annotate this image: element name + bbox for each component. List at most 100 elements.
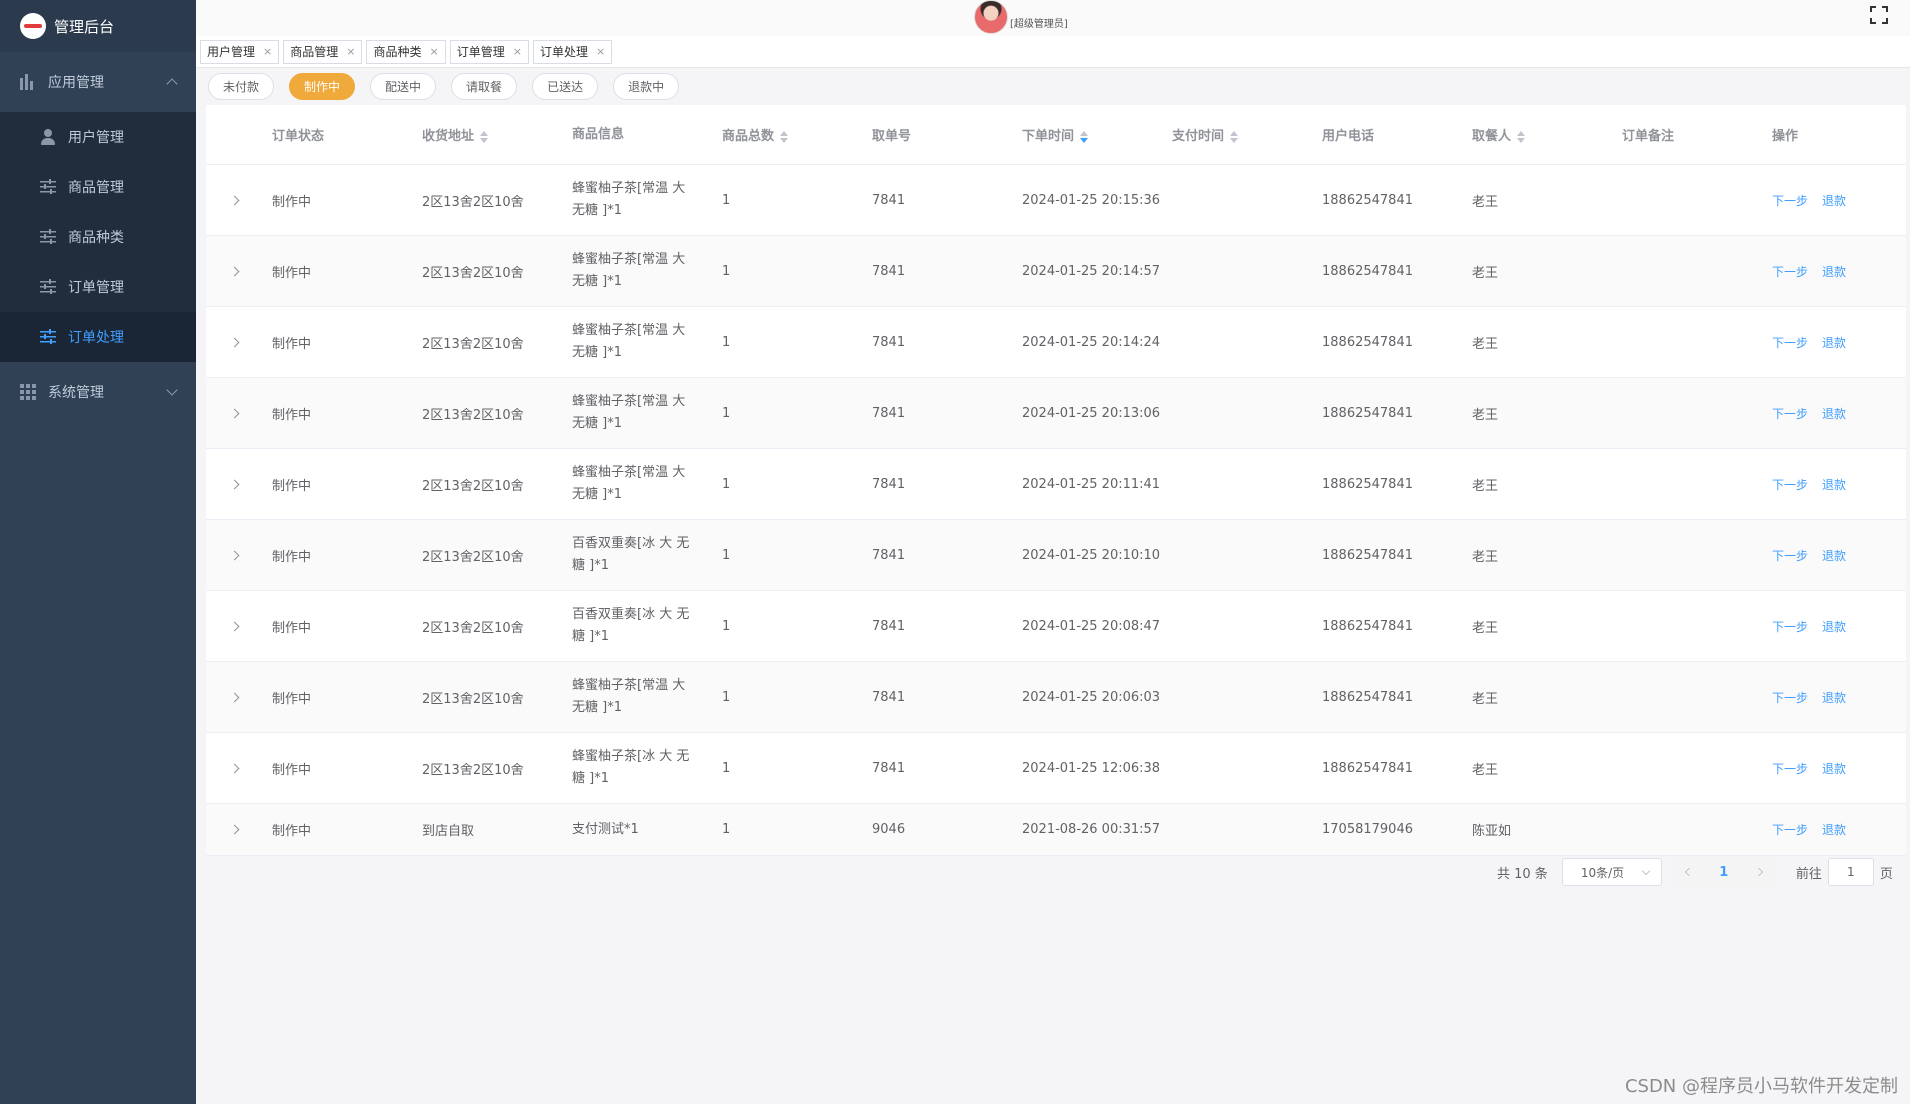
sort-icon[interactable]	[480, 130, 489, 143]
cell-phone: 18862547841	[1322, 405, 1413, 421]
cell-ordered: 2024-01-25 20:11:41	[1022, 476, 1161, 492]
tab-order-processing[interactable]: 订单处理 ×	[532, 39, 613, 64]
table-row: 制作中 2区13舍2区10舍 百香双重奏[冰 大 无糖 ]*1 1 7841 2024-0…	[206, 591, 1906, 662]
user-profile[interactable]: [超级管理员]	[974, 0, 1068, 34]
column-header-total[interactable]: 商品总数	[712, 125, 862, 144]
cell-total: 1	[722, 476, 731, 492]
next-step-button[interactable]: 下一步	[1772, 265, 1808, 279]
tags-view-bar: 用户管理 × 商品管理 × 商品种类 × 订单管理 × 订单处理 ×	[196, 36, 1910, 68]
refund-button[interactable]: 退款	[1822, 620, 1846, 634]
app-logo[interactable]: 管理后台	[0, 0, 196, 52]
chevron-down-icon	[166, 384, 178, 396]
sidebar-item-order-processing[interactable]: 订单处理	[0, 312, 196, 362]
cell-pickup: 7841	[872, 405, 906, 421]
filter-delivered[interactable]: 已送达	[532, 73, 599, 100]
page-size-select[interactable]: 10条/页	[1561, 858, 1662, 886]
close-icon[interactable]: ×	[346, 45, 355, 58]
column-header-address[interactable]: 收货地址	[412, 125, 562, 144]
close-icon[interactable]: ×	[513, 45, 522, 58]
filter-refunding[interactable]: 退款中	[613, 73, 680, 100]
cell-total: 1	[722, 618, 731, 634]
tab-goods-category[interactable]: 商品种类 ×	[366, 39, 446, 64]
sidebar-item-goods-management[interactable]: 商品管理	[0, 162, 196, 212]
close-icon[interactable]: ×	[429, 45, 438, 58]
cell-actions: 下一步 退款	[1762, 263, 1906, 280]
sort-icon[interactable]	[780, 130, 789, 143]
close-icon[interactable]: ×	[263, 45, 272, 58]
column-header-order-time[interactable]: 下单时间	[1012, 125, 1162, 144]
next-step-button[interactable]: 下一步	[1772, 823, 1808, 837]
tab-goods-management[interactable]: 商品管理 ×	[283, 39, 363, 64]
page-number-1[interactable]: 1	[1703, 858, 1744, 886]
filter-in-progress[interactable]: 制作中	[289, 73, 356, 100]
row-expand-toggle[interactable]	[206, 692, 262, 702]
column-header-receiver[interactable]: 取餐人	[1462, 125, 1612, 144]
menu-group-app-management[interactable]: 应用管理	[0, 52, 196, 112]
refund-button[interactable]: 退款	[1822, 478, 1846, 492]
chevron-down-icon	[1641, 866, 1651, 876]
refund-button[interactable]: 退款	[1822, 549, 1846, 563]
next-step-button[interactable]: 下一步	[1772, 620, 1808, 634]
next-step-button[interactable]: 下一步	[1772, 762, 1808, 776]
next-step-button[interactable]: 下一步	[1772, 478, 1808, 492]
sort-icon[interactable]	[1517, 130, 1526, 143]
sidebar-item-label: 商品种类	[68, 230, 124, 246]
cell-phone: 18862547841	[1322, 263, 1413, 279]
refund-button[interactable]: 退款	[1822, 823, 1846, 837]
tab-order-management[interactable]: 订单管理 ×	[449, 39, 529, 64]
menu-group-system-management[interactable]: 系统管理	[0, 362, 196, 422]
row-expand-toggle[interactable]	[206, 266, 262, 276]
filter-delivering[interactable]: 配送中	[370, 73, 437, 100]
refund-button[interactable]: 退款	[1822, 336, 1846, 350]
next-step-button[interactable]: 下一步	[1772, 407, 1808, 421]
cell-goods: 蜂蜜柚子茶[常温 大 无糖 ]*1	[572, 252, 686, 289]
refund-button[interactable]: 退款	[1822, 691, 1846, 705]
cell-total: 1	[722, 822, 731, 837]
row-expand-toggle[interactable]	[206, 408, 262, 418]
goto-page-input[interactable]	[1827, 858, 1874, 886]
cell-receiver: 老王	[1472, 478, 1499, 494]
refund-button[interactable]: 退款	[1822, 762, 1846, 776]
refund-button[interactable]: 退款	[1822, 407, 1846, 421]
chevron-right-icon	[229, 479, 239, 489]
row-expand-toggle[interactable]	[206, 550, 262, 560]
row-expand-toggle[interactable]	[206, 824, 262, 835]
sidebar-item-goods-category[interactable]: 商品种类	[0, 212, 196, 262]
sidebar-item-user-management[interactable]: 用户管理	[0, 112, 196, 162]
next-page-button[interactable]	[1743, 858, 1774, 886]
prev-page-button[interactable]	[1673, 858, 1704, 886]
row-expand-toggle[interactable]	[206, 479, 262, 489]
refund-button[interactable]: 退款	[1822, 265, 1846, 279]
fullscreen-icon[interactable]	[1870, 6, 1888, 24]
row-expand-toggle[interactable]	[206, 195, 262, 205]
filter-ready-pickup[interactable]: 请取餐	[451, 73, 518, 100]
refund-button[interactable]: 退款	[1822, 194, 1846, 208]
column-header-goods: 商品信息	[572, 126, 625, 142]
column-header-pay-time[interactable]: 支付时间	[1162, 125, 1312, 144]
cell-goods: 百香双重奏[冰 大 无糖 ]*1	[572, 607, 690, 644]
row-expand-toggle[interactable]	[206, 337, 262, 347]
close-icon[interactable]: ×	[596, 45, 605, 58]
next-step-button[interactable]: 下一步	[1772, 691, 1808, 705]
filter-unpaid[interactable]: 未付款	[208, 73, 275, 100]
cell-total: 1	[722, 547, 731, 563]
sort-icon[interactable]	[1230, 130, 1239, 143]
sidebar-item-order-management[interactable]: 订单管理	[0, 262, 196, 312]
cell-ordered: 2024-01-25 20:10:10	[1022, 547, 1161, 563]
next-step-button[interactable]: 下一步	[1772, 194, 1808, 208]
order-table: 订单状态 收货地址 商品信息 商品总数 取单号 下单时间 支付时间 用户电话 取…	[206, 105, 1906, 856]
cell-pickup: 7841	[872, 334, 906, 350]
cell-address: 2区13舍2区10舍	[422, 762, 524, 778]
next-step-button[interactable]: 下一步	[1772, 549, 1808, 563]
sort-icon[interactable]	[1080, 130, 1089, 143]
avatar[interactable]	[974, 0, 1008, 34]
table-row: 制作中 2区13舍2区10舍 蜂蜜柚子茶[冰 大 无糖 ]*1 1 7841 2024-0…	[206, 733, 1906, 804]
cell-ordered: 2021-08-26 00:31:57	[1022, 822, 1161, 837]
cell-status: 制作中	[272, 620, 312, 636]
cell-receiver: 老王	[1472, 336, 1499, 352]
next-step-button[interactable]: 下一步	[1772, 336, 1808, 350]
row-expand-toggle[interactable]	[206, 621, 262, 631]
tab-user-management[interactable]: 用户管理 ×	[200, 39, 280, 64]
cell-phone: 18862547841	[1322, 760, 1413, 776]
row-expand-toggle[interactable]	[206, 763, 262, 773]
